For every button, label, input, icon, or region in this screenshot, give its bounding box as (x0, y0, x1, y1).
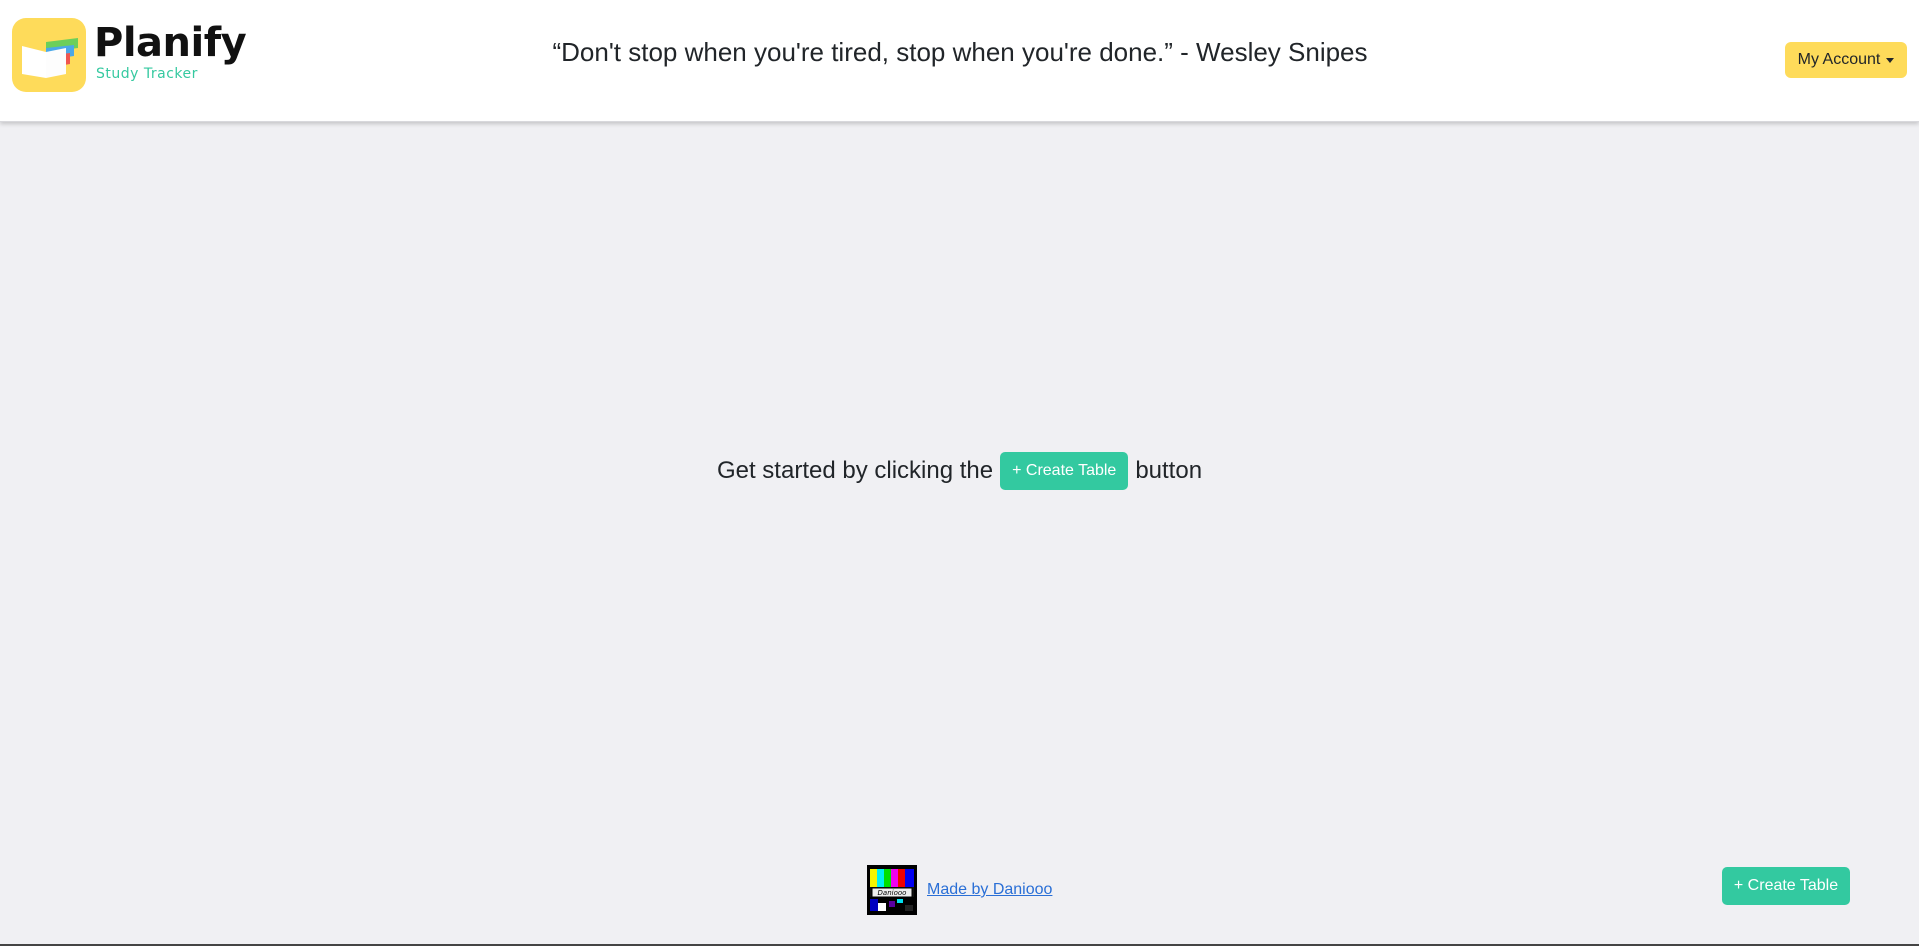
empty-state-message: Get started by clicking the + Create Tab… (0, 452, 1919, 490)
top-navbar: Planify Study Tracker “Don't stop when y… (0, 0, 1919, 122)
brand-tagline: Study Tracker (96, 66, 198, 82)
my-account-dropdown-button[interactable]: My Account (1785, 42, 1907, 78)
color-bars-icon: Daniooo (867, 865, 917, 915)
avatar-text: Daniooo (878, 889, 907, 897)
logo[interactable] (12, 18, 86, 92)
create-table-inline-button[interactable]: + Create Table (1000, 452, 1129, 490)
brand: Planify Study Tracker (94, 20, 247, 82)
create-table-button[interactable]: + Create Table (1722, 867, 1850, 905)
caret-down-icon (1886, 57, 1895, 63)
open-book-icon (22, 38, 78, 78)
made-by-link[interactable]: Made by Daniooo (927, 881, 1052, 899)
empty-state-suffix: button (1135, 457, 1203, 484)
my-account-label: My Account (1797, 51, 1881, 68)
author-avatar: Daniooo (867, 865, 917, 915)
motivational-quote: “Don't stop when you're tired, stop when… (552, 37, 1368, 67)
footer: Daniooo Made by Daniooo (867, 865, 1052, 915)
brand-name: Planify (94, 20, 247, 66)
empty-state-prefix: Get started by clicking the (716, 457, 994, 484)
